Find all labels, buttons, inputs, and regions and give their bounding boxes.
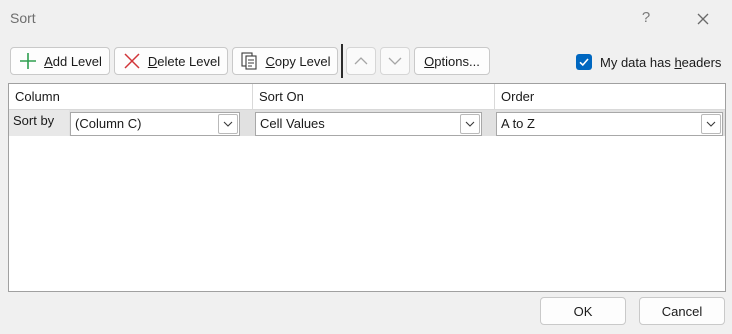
sort-on-select[interactable]: Cell Values	[255, 112, 482, 136]
order-select-value: A to Z	[501, 116, 535, 131]
delete-x-icon	[124, 53, 140, 69]
window-title: Sort	[10, 10, 36, 26]
checkbox-box[interactable]	[576, 54, 592, 70]
column-header-column: Column	[15, 89, 60, 104]
sort-on-select-value: Cell Values	[260, 116, 325, 131]
column-select-value: (Column C)	[75, 116, 142, 131]
options-label: Options...	[424, 53, 480, 69]
ok-label: OK	[573, 303, 593, 319]
column-header-order: Order	[501, 89, 535, 104]
delete-level-label: Delete Level	[147, 53, 221, 69]
delete-level-button[interactable]: Delete Level	[114, 47, 228, 75]
add-level-label: Add Level	[44, 53, 102, 69]
close-icon	[697, 13, 709, 25]
arrow-down-icon	[388, 57, 402, 65]
sort-levels-grid: Column Sort On Order Sort by (Column C) …	[8, 83, 726, 292]
row-label-sort-by: Sort by	[9, 110, 69, 136]
plus-icon	[20, 53, 37, 69]
grid-header: Column Sort On Order	[9, 84, 725, 110]
chevron-down-icon	[706, 121, 716, 127]
help-button[interactable]: ?	[636, 8, 656, 28]
column-select[interactable]: (Column C)	[70, 112, 240, 136]
copy-level-button[interactable]: Copy Level	[232, 47, 338, 75]
chevron-down-icon	[223, 121, 233, 127]
column-select-dropdown[interactable]	[218, 114, 238, 134]
cancel-label: Cancel	[661, 303, 703, 319]
sort-on-select-dropdown[interactable]	[460, 114, 480, 134]
my-data-has-headers-checkbox[interactable]: My data has headers	[576, 52, 721, 72]
chevron-down-icon	[465, 121, 475, 127]
copy-icon	[241, 52, 258, 70]
move-down-button[interactable]	[380, 47, 410, 75]
ok-button[interactable]: OK	[540, 297, 626, 325]
options-button[interactable]: Options...	[414, 47, 490, 75]
arrow-up-icon	[354, 57, 368, 65]
add-level-button[interactable]: Add Level	[10, 47, 110, 75]
move-up-button[interactable]	[346, 47, 376, 75]
headers-checkbox-label: My data has headers	[600, 54, 722, 70]
sort-dialog: Sort ? Add Level Delete Level Copy Level	[0, 0, 732, 334]
close-button[interactable]	[692, 8, 714, 30]
column-header-sort-on: Sort On	[259, 89, 304, 104]
cancel-button[interactable]: Cancel	[639, 297, 725, 325]
sort-level-row[interactable]: Sort by (Column C) Cell Values A to Z	[9, 110, 725, 136]
checkmark-icon	[579, 58, 589, 67]
copy-level-label: Copy Level	[265, 53, 331, 69]
order-select-dropdown[interactable]	[701, 114, 721, 134]
title-bar: Sort ?	[0, 0, 732, 36]
order-select[interactable]: A to Z	[496, 112, 723, 136]
toolbar-separator	[341, 44, 343, 78]
